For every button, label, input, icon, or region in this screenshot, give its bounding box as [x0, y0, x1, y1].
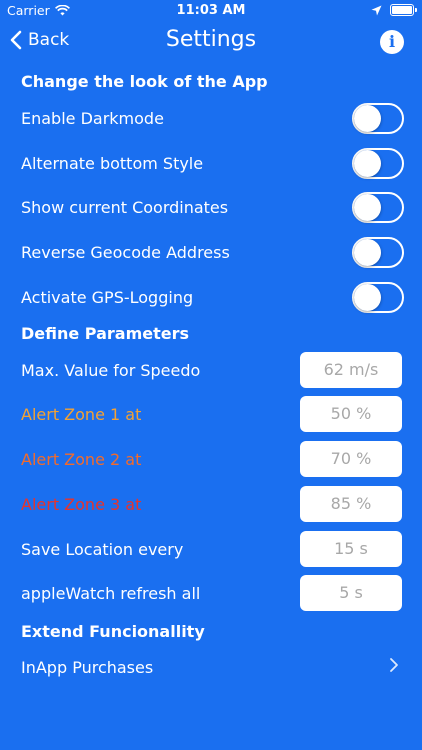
param-row-alert-zone-2: Alert Zone 2 at 70 % — [21, 439, 413, 479]
bottom-style-toggle[interactable] — [352, 147, 404, 179]
inapp-purchases-row[interactable]: InApp Purchases — [21, 647, 413, 687]
toggle-row-coordinates: Show current Coordinates — [21, 187, 413, 227]
alert-zone-2-field[interactable]: 70 % — [300, 441, 402, 477]
inapp-purchases-label: InApp Purchases — [21, 657, 154, 677]
toggle-row-geocode: Reverse Geocode Address — [21, 232, 413, 272]
section-header-parameters: Define Parameters — [21, 324, 190, 343]
gps-logging-toggle[interactable] — [352, 281, 404, 313]
param-row-watch-refresh: appleWatch refresh all 5 s — [21, 573, 413, 613]
darkmode-toggle[interactable] — [352, 102, 404, 134]
location-arrow-icon — [371, 5, 382, 15]
info-icon[interactable]: i — [380, 30, 404, 54]
param-row-alert-zone-3: Alert Zone 3 at 85 % — [21, 484, 413, 524]
speedo-max-field[interactable]: 62 m/s — [300, 352, 402, 388]
param-row-speedo: Max. Value for Speedo 62 m/s — [21, 350, 413, 390]
toggle-row-gps-logging: Activate GPS-Logging — [21, 277, 413, 317]
chevron-right-icon — [390, 658, 398, 672]
param-row-save-location: Save Location every 15 s — [21, 529, 413, 569]
section-header-look: Change the look of the App — [21, 72, 268, 91]
save-location-field[interactable]: 15 s — [300, 531, 402, 567]
toggle-knob — [354, 149, 381, 177]
toggle-knob — [354, 193, 381, 221]
watch-refresh-field[interactable]: 5 s — [300, 575, 402, 611]
toggle-row-bottom-style: Alternate bottom Style — [21, 143, 413, 183]
toggle-row-darkmode: Enable Darkmode — [21, 98, 413, 138]
alert-zone-3-field[interactable]: 85 % — [300, 486, 402, 522]
toggle-knob — [354, 283, 381, 311]
toggle-knob — [354, 104, 381, 132]
geocode-toggle[interactable] — [352, 236, 404, 268]
coordinates-toggle[interactable] — [352, 191, 404, 223]
battery-icon — [390, 4, 417, 16]
toggle-knob — [354, 238, 381, 266]
status-right — [371, 4, 417, 16]
page-title: Settings — [165, 27, 257, 52]
alert-zone-1-field[interactable]: 50 % — [300, 396, 402, 432]
section-header-extend: Extend Funcionallity — [21, 622, 205, 641]
status-bar: Carrier 11:03 AM — [0, 0, 422, 22]
param-row-alert-zone-1: Alert Zone 1 at 50 % — [21, 394, 413, 434]
status-time: 11:03 AM — [176, 3, 246, 18]
nav-bar: Back Settings i — [0, 22, 422, 66]
